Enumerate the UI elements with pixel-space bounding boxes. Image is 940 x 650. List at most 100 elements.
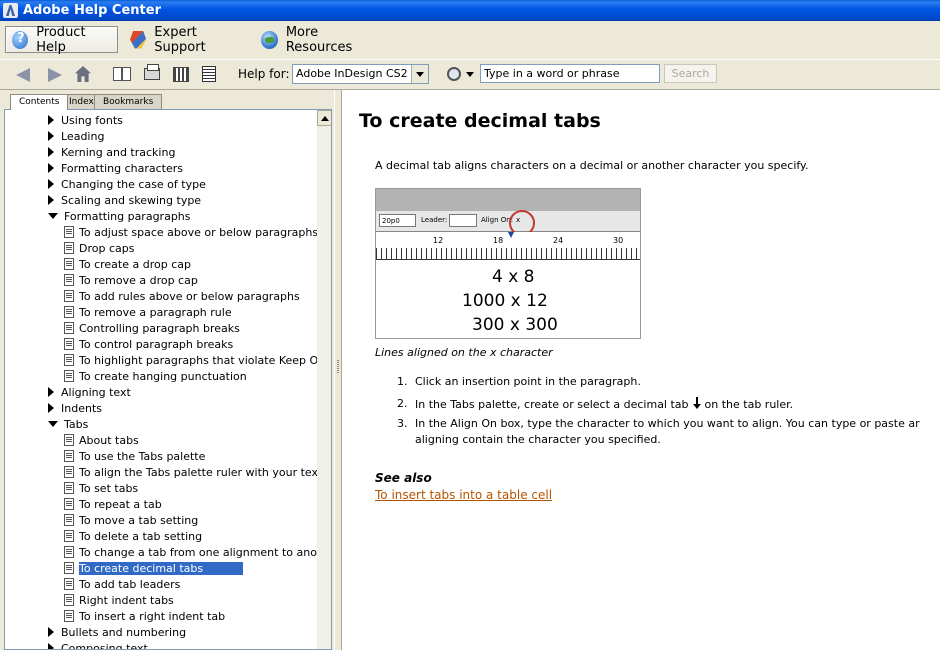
globe-icon: [261, 30, 278, 49]
home-button[interactable]: [73, 65, 93, 83]
tree-item[interactable]: Aligning text: [48, 385, 131, 401]
see-also-link[interactable]: To insert tabs into a table cell: [375, 488, 552, 502]
tree-item[interactable]: Formatting paragraphs: [48, 209, 191, 225]
tree-item[interactable]: To change a tab from one alignment to an…: [64, 545, 331, 561]
expand-arrow-icon[interactable]: [48, 147, 54, 157]
tree-item[interactable]: Using fonts: [48, 113, 123, 129]
tree-item[interactable]: To add tab leaders: [64, 577, 180, 593]
expand-arrow-icon[interactable]: [48, 387, 54, 397]
step-text-part: In the Tabs palette, create or select a …: [415, 398, 689, 411]
document-icon: [64, 578, 74, 590]
expand-arrow-icon[interactable]: [48, 195, 54, 205]
expand-arrow-icon[interactable]: [48, 403, 54, 413]
tree-item-label: Composing text: [61, 642, 148, 650]
search-options-dropdown-icon[interactable]: [466, 72, 474, 77]
tree-item[interactable]: To add rules above or below paragraphs: [64, 289, 300, 305]
forward-button[interactable]: [44, 65, 64, 83]
tree-item[interactable]: Changing the case of type: [48, 177, 206, 193]
tree-item-label: To create hanging punctuation: [79, 370, 247, 383]
tree-item[interactable]: To insert a right indent tab: [64, 609, 225, 625]
expand-arrow-icon[interactable]: [48, 163, 54, 173]
search-button[interactable]: Search: [664, 64, 717, 83]
document-icon: [64, 306, 74, 318]
expand-arrow-icon[interactable]: [48, 627, 54, 637]
document-icon: [64, 242, 74, 254]
document-icon: [64, 546, 74, 558]
tab-expert-support[interactable]: Expert Support: [124, 24, 249, 55]
tree-item[interactable]: Leading: [48, 129, 104, 145]
tree-item[interactable]: To repeat a tab: [64, 497, 162, 513]
document-icon: [64, 258, 74, 270]
print-button[interactable]: [142, 64, 162, 83]
collapse-arrow-icon[interactable]: [48, 421, 58, 427]
tab-more-resources-label: More Resources: [285, 24, 353, 55]
tree-item[interactable]: To set tabs: [64, 481, 138, 497]
collapse-arrow-icon[interactable]: [48, 213, 58, 219]
help-for-label: Help for:: [238, 67, 290, 81]
tree-item[interactable]: Indents: [48, 401, 102, 417]
tree-item[interactable]: To move a tab setting: [64, 513, 198, 529]
tree-item[interactable]: Controlling paragraph breaks: [64, 321, 240, 337]
top-tabs-bar: Product Help Expert Support More Resourc…: [0, 21, 940, 60]
chevron-down-icon[interactable]: [411, 65, 428, 83]
document-icon: [64, 594, 74, 606]
tree-item[interactable]: To adjust space above or below paragraph…: [64, 225, 318, 241]
tab-expert-support-label: Expert Support: [154, 24, 206, 55]
tree-item[interactable]: To control paragraph breaks: [64, 337, 233, 353]
search-input[interactable]: [480, 64, 660, 83]
printer-icon: [144, 64, 160, 80]
tab-bookmarks[interactable]: Bookmarks: [94, 94, 163, 109]
tree-item[interactable]: Composing text: [48, 641, 148, 650]
tab-more-resources[interactable]: More Resources: [255, 24, 388, 55]
expand-arrow-icon[interactable]: [48, 115, 54, 125]
tree-item-label: To create decimal tabs: [79, 562, 244, 575]
window-title: Adobe Help Center: [23, 3, 161, 18]
product-select-value: Adobe InDesign CS2: [296, 67, 408, 80]
view-button[interactable]: [171, 65, 191, 83]
tree-item-label: To add tab leaders: [79, 578, 181, 591]
expand-arrow-icon[interactable]: [48, 643, 54, 649]
tree-item[interactable]: To align the Tabs palette ruler with you…: [64, 465, 322, 481]
tab-contents[interactable]: Contents: [10, 94, 69, 110]
tree-item[interactable]: Drop caps: [64, 241, 134, 257]
step-number: 1.: [397, 375, 408, 388]
tree-item[interactable]: To create a drop cap: [64, 257, 191, 273]
tree-item[interactable]: Scaling and skewing type: [48, 193, 201, 209]
search-icon[interactable]: [447, 67, 461, 81]
back-button[interactable]: [14, 65, 34, 83]
tree-item[interactable]: Right indent tabs: [64, 593, 174, 609]
tree-item-label: Changing the case of type: [61, 178, 206, 191]
ruler-number: 18: [493, 236, 504, 245]
tree-item[interactable]: Formatting characters: [48, 161, 183, 177]
expand-arrow-icon[interactable]: [48, 131, 54, 141]
product-select[interactable]: Adobe InDesign CS2: [292, 64, 429, 84]
tree-item[interactable]: To use the Tabs palette: [64, 449, 205, 465]
tree-item-label: To insert a right indent tab: [79, 610, 226, 623]
decimal-tab-marker-icon: [508, 232, 514, 238]
step-text: aligning contain the character you speci…: [415, 433, 661, 446]
tree-item[interactable]: Tabs: [48, 417, 88, 433]
bookmark-button[interactable]: [112, 65, 132, 83]
tree-item-label: About tabs: [79, 434, 139, 447]
tree-item[interactable]: About tabs: [64, 433, 139, 449]
tree-item-label: To highlight paragraphs that violate Kee…: [79, 354, 332, 367]
document-icon: [64, 290, 74, 302]
figure-caption: Lines aligned on the x character: [375, 346, 553, 359]
step-text: In the Tabs palette, create or select a …: [415, 397, 793, 411]
tree-item[interactable]: To delete a tab setting: [64, 529, 202, 545]
expand-arrow-icon[interactable]: [48, 179, 54, 189]
tree-item-label: Formatting characters: [61, 162, 183, 175]
tree-scrollbar[interactable]: [317, 110, 331, 649]
tree-item[interactable]: To highlight paragraphs that violate Kee…: [64, 353, 332, 369]
tree-item[interactable]: Bullets and numbering: [48, 625, 186, 641]
tree-item[interactable]: To remove a drop cap: [64, 273, 198, 289]
scroll-up-arrow-icon[interactable]: [317, 110, 331, 126]
tree-item[interactable]: To create decimal tabs: [64, 561, 244, 577]
notes-button[interactable]: [199, 65, 219, 83]
tree-item[interactable]: To remove a paragraph rule: [64, 305, 232, 321]
document-icon: [64, 322, 74, 334]
tree-item[interactable]: Kerning and tracking: [48, 145, 175, 161]
tab-product-help[interactable]: Product Help: [5, 25, 118, 55]
tabs-palette-figure: 20p0 Leader: Align On: x 12 18 24 30 4 x…: [375, 188, 641, 339]
tree-item[interactable]: To create hanging punctuation: [64, 369, 247, 385]
